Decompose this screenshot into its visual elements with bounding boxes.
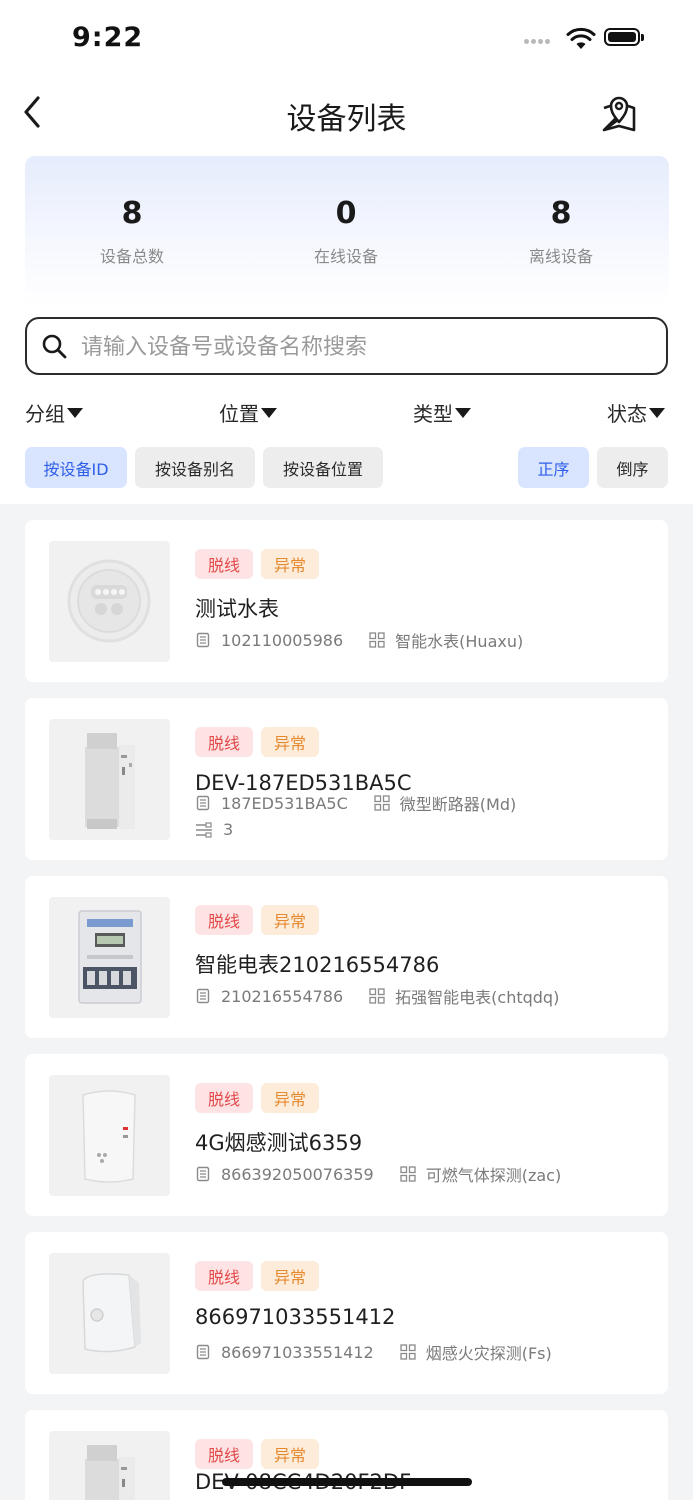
sort-by-location-button[interactable]: 按设备位置 xyxy=(263,447,383,488)
abnormal-badge: 异常 xyxy=(261,905,320,935)
page-title: 设备列表 xyxy=(286,102,407,137)
caret-down-icon xyxy=(649,407,665,418)
device-image xyxy=(49,719,170,840)
device-type: 智能水表(Huaxu) xyxy=(395,632,524,651)
device-image xyxy=(49,1075,170,1196)
caret-down-icon xyxy=(455,407,471,418)
circuit-breaker-icon xyxy=(85,733,135,829)
filter-bar: 分组 位置 类型 状态 xyxy=(0,398,693,434)
status-bar: 9:22 xyxy=(0,0,693,80)
filter-group[interactable]: 分组 xyxy=(25,398,83,427)
channel-count: 3 xyxy=(223,820,234,839)
status-time: 9:22 xyxy=(72,22,144,53)
stat-offline: 8 离线设备 xyxy=(454,196,668,267)
home-indicator xyxy=(222,1478,472,1486)
device-name: 智能电表210216554786 xyxy=(195,953,440,977)
device-id: 187ED531BA5C xyxy=(221,793,348,813)
document-icon xyxy=(196,1166,210,1182)
filter-type[interactable]: 类型 xyxy=(413,398,471,427)
battery-icon xyxy=(604,28,644,48)
document-icon xyxy=(196,1344,210,1360)
filter-status[interactable]: 状态 xyxy=(607,398,665,427)
stat-label: 在线设备 xyxy=(313,247,378,266)
grid-icon xyxy=(400,1344,416,1360)
offline-badge: 脱线 xyxy=(195,1083,254,1113)
device-image xyxy=(49,1253,170,1374)
filter-label: 位置 xyxy=(219,402,259,426)
device-name: 测试水表 xyxy=(195,597,279,621)
caret-down-icon xyxy=(67,407,83,418)
device-name: 4G烟感测试6359 xyxy=(195,1131,363,1155)
device-type: 微型断路器(Md) xyxy=(399,795,517,814)
device-stats-panel: 8 设备总数 0 在线设备 8 离线设备 xyxy=(25,156,669,306)
order-desc-button[interactable]: 倒序 xyxy=(597,447,668,488)
grid-icon xyxy=(369,988,385,1004)
device-id: 102110005986 xyxy=(221,630,344,650)
stat-total: 8 设备总数 xyxy=(25,196,239,267)
device-card[interactable]: 脱线 异常 4G烟感测试6359 866392050076359 可燃气体探测(… xyxy=(25,1054,668,1216)
device-image xyxy=(49,1431,170,1500)
nav-bar: 设备列表 xyxy=(0,80,693,146)
stat-label: 设备总数 xyxy=(99,247,164,266)
device-type: 烟感火灾探测(Fs) xyxy=(425,1344,552,1363)
device-card[interactable]: 脱线 异常 866971033551412 866971033551412 烟感… xyxy=(25,1232,668,1394)
document-icon xyxy=(196,988,210,1004)
map-location-icon[interactable] xyxy=(598,92,640,134)
device-name: 866971033551412 xyxy=(195,1305,396,1329)
wifi-icon xyxy=(566,27,596,49)
caret-down-icon xyxy=(261,407,277,418)
electric-meter-icon xyxy=(78,910,142,1004)
stat-label: 离线设备 xyxy=(528,247,593,266)
device-type: 可燃气体探测(zac) xyxy=(425,1166,562,1185)
document-icon xyxy=(196,795,210,811)
grid-icon xyxy=(400,1166,416,1182)
smoke-detector-icon xyxy=(82,1273,141,1353)
device-image xyxy=(49,541,170,662)
abnormal-badge: 异常 xyxy=(261,1439,320,1469)
grid-icon xyxy=(374,795,390,811)
abnormal-badge: 异常 xyxy=(261,1083,320,1113)
offline-badge: 脱线 xyxy=(195,905,254,935)
device-card[interactable]: 脱线 异常 DEV-187ED531BA5C 187ED531BA5C 微型断路… xyxy=(25,698,668,860)
offline-badge: 脱线 xyxy=(195,1261,254,1291)
channel-icon xyxy=(196,821,212,838)
search-icon xyxy=(42,334,67,359)
stat-value: 0 xyxy=(335,196,357,231)
cellular-signal-icon xyxy=(524,39,558,47)
filter-label: 状态 xyxy=(607,402,647,426)
abnormal-badge: 异常 xyxy=(261,1261,320,1291)
search-input[interactable] xyxy=(79,327,653,367)
stat-value: 8 xyxy=(121,196,143,231)
device-card[interactable]: 脱线 异常 测试水表 102110005986 智能水表(Huaxu) xyxy=(25,520,668,682)
device-id: 866971033551412 xyxy=(221,1342,374,1362)
offline-badge: 脱线 xyxy=(195,1439,254,1469)
water-meter-icon xyxy=(67,559,151,643)
device-type: 拓强智能电表(chtqdq) xyxy=(395,988,560,1007)
device-card[interactable]: 脱线 异常 智能电表210216554786 210216554786 拓强智能… xyxy=(25,876,668,1038)
abnormal-badge: 异常 xyxy=(261,727,320,757)
circuit-breaker-icon xyxy=(85,1445,135,1500)
sort-by-alias-button[interactable]: 按设备别名 xyxy=(135,447,255,488)
filter-label: 类型 xyxy=(413,402,453,426)
device-image xyxy=(49,897,170,1018)
abnormal-badge: 异常 xyxy=(261,549,320,579)
gas-detector-icon xyxy=(82,1090,136,1183)
order-asc-button[interactable]: 正序 xyxy=(518,447,589,488)
device-card[interactable]: 脱线 异常 DEV-08CC4D20F2DF xyxy=(25,1410,668,1500)
offline-badge: 脱线 xyxy=(195,549,254,579)
sort-by-id-button[interactable]: 按设备ID xyxy=(25,447,127,488)
search-bar[interactable] xyxy=(25,317,668,375)
stat-value: 8 xyxy=(550,196,572,231)
document-icon xyxy=(196,632,210,648)
filter-label: 分组 xyxy=(25,402,65,426)
device-id: 210216554786 xyxy=(221,986,344,1006)
stat-online: 0 在线设备 xyxy=(239,196,453,267)
grid-icon xyxy=(369,632,385,648)
offline-badge: 脱线 xyxy=(195,727,254,757)
device-id: 866392050076359 xyxy=(221,1164,374,1184)
filter-location[interactable]: 位置 xyxy=(219,398,277,427)
